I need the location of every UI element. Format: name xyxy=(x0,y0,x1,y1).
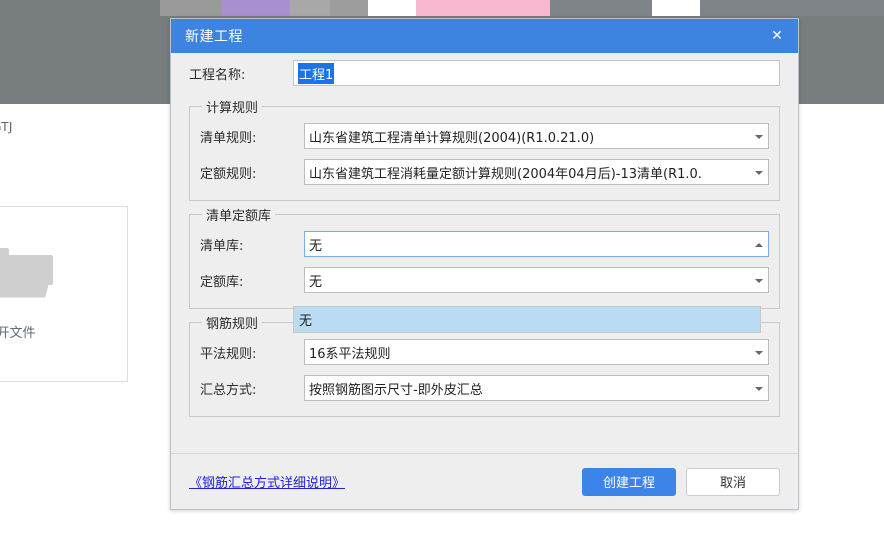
quota-lib-label: 定额库: xyxy=(200,274,244,290)
summary-mode-label: 汇总方式: xyxy=(200,382,257,398)
thumbnail-tile xyxy=(550,0,652,16)
quota-lib-value: 无 xyxy=(309,274,323,290)
quota-rule-row: 定额规则: 山东省建筑工程消耗量定额计算规则(2004年04月后)-13清单(R… xyxy=(200,154,769,190)
list-lib-value: 无 xyxy=(309,238,323,254)
recent-file-name: .GTJ xyxy=(0,120,13,134)
list-lib-dropdown[interactable]: 无 xyxy=(293,306,761,333)
quota-lib-select[interactable]: 无 xyxy=(304,267,769,293)
chevron-down-icon xyxy=(755,168,764,177)
chevron-up-icon xyxy=(755,240,764,249)
project-name-value: 工程1 xyxy=(298,62,335,84)
dialog-body: 工程名称: 工程1 计算规则 清单规则: 山东省建筑工程清单计算规则(2004)… xyxy=(171,53,798,417)
recent-file-thumbnail[interactable] xyxy=(0,0,130,104)
background-thumbnail-strip xyxy=(160,0,884,16)
thumbnail-tile xyxy=(368,0,416,16)
thumbnail-tile xyxy=(222,0,290,16)
chevron-down-icon xyxy=(755,132,764,141)
chevron-down-icon xyxy=(755,348,764,357)
rebar-rules-legend: 钢筋规则 xyxy=(206,317,259,332)
list-rule-row: 清单规则: 山东省建筑工程清单计算规则(2004)(R1.0.21.0) xyxy=(200,118,769,154)
help-link[interactable]: 《钢筋汇总方式详细说明》 xyxy=(189,472,345,491)
quota-rule-label: 定额规则: xyxy=(200,166,257,182)
dialog-titlebar: 新建工程 ✕ xyxy=(171,19,798,53)
list-lib-row: 清单库: 无 xyxy=(200,226,769,262)
summary-mode-select[interactable]: 按照钢筋图示尺寸-即外皮汇总 xyxy=(304,375,769,401)
list-rule-label: 清单规则: xyxy=(200,130,257,146)
open-file-label: 开文件 xyxy=(0,325,36,341)
pingfa-rule-row: 平法规则: 16系平法规则 xyxy=(200,334,769,370)
summary-mode-row: 汇总方式: 按照钢筋图示尺寸-即外皮汇总 xyxy=(200,370,769,406)
calc-rules-group: 计算规则 清单规则: 山东省建筑工程清单计算规则(2004)(R1.0.21.0… xyxy=(189,97,780,201)
create-project-button[interactable]: 创建工程 xyxy=(582,467,676,496)
thumbnail-tile xyxy=(330,0,368,16)
new-project-dialog: 新建工程 ✕ 工程名称: 工程1 计算规则 清单规则: 山东省建筑工程清单计算规… xyxy=(170,18,799,510)
folder-icon xyxy=(0,247,53,302)
pingfa-rule-select[interactable]: 16系平法规则 xyxy=(304,339,769,365)
dropdown-option[interactable]: 无 xyxy=(294,307,760,332)
thumbnail-tile xyxy=(290,0,330,16)
dialog-title: 新建工程 xyxy=(185,29,243,45)
list-rule-value: 山东省建筑工程清单计算规则(2004)(R1.0.21.0) xyxy=(309,130,595,146)
list-rule-select[interactable]: 山东省建筑工程清单计算规则(2004)(R1.0.21.0) xyxy=(304,123,769,149)
project-name-input[interactable]: 工程1 xyxy=(293,60,780,86)
chevron-down-icon xyxy=(755,276,764,285)
libraries-group: 清单定额库 清单库: 无 定额库: 无 xyxy=(189,205,780,309)
quota-rule-select[interactable]: 山东省建筑工程消耗量定额计算规则(2004年04月后)-13清单(R1.0. xyxy=(304,159,769,185)
pingfa-rule-label: 平法规则: xyxy=(200,346,257,362)
quota-lib-row: 定额库: 无 xyxy=(200,262,769,298)
open-file-card[interactable]: 开文件 xyxy=(0,206,128,382)
thumbnail-tile xyxy=(700,0,884,16)
project-name-label: 工程名称: xyxy=(189,67,246,83)
dialog-footer: 《钢筋汇总方式详细说明》 创建工程 取消 xyxy=(171,453,798,509)
list-lib-select[interactable]: 无 xyxy=(304,231,769,257)
project-name-row: 工程名称: 工程1 xyxy=(189,53,780,93)
calc-rules-legend: 计算规则 xyxy=(206,101,259,116)
list-lib-label: 清单库: xyxy=(200,238,244,254)
thumbnail-tile xyxy=(652,0,700,16)
quota-rule-value: 山东省建筑工程消耗量定额计算规则(2004年04月后)-13清单(R1.0. xyxy=(309,166,702,182)
summary-mode-value: 按照钢筋图示尺寸-即外皮汇总 xyxy=(309,382,483,398)
libraries-legend: 清单定额库 xyxy=(206,209,272,224)
cancel-button[interactable]: 取消 xyxy=(686,467,780,496)
chevron-down-icon xyxy=(755,384,764,393)
thumbnail-tile xyxy=(160,0,222,16)
thumbnail-tile xyxy=(416,0,550,16)
pingfa-rule-value: 16系平法规则 xyxy=(309,346,391,362)
close-icon[interactable]: ✕ xyxy=(756,19,798,53)
